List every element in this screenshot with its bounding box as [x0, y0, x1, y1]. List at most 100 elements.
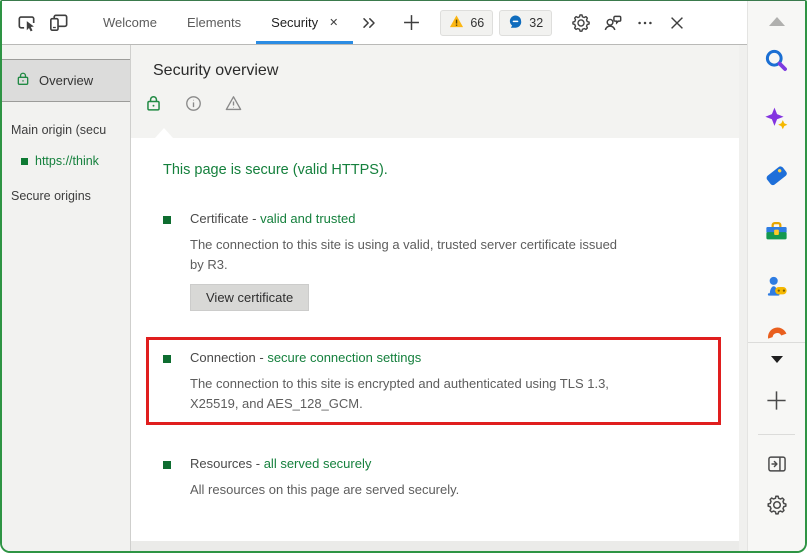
page-title: Security overview	[153, 62, 279, 79]
scroll-up-button[interactable]	[759, 3, 795, 39]
certificate-title: Certificate - valid and trusted	[190, 211, 617, 226]
triangle-down-icon	[770, 355, 783, 363]
certificate-prefix: Certificate -	[190, 211, 261, 226]
gear-icon	[570, 12, 592, 34]
toolbox-icon	[763, 218, 790, 250]
feedback-button[interactable]	[597, 1, 629, 44]
panel-header: Security overview	[131, 45, 739, 138]
resources-prefix: Resources -	[190, 456, 264, 471]
tab-security[interactable]: Security ✕	[256, 1, 354, 44]
origin-link[interactable]: https://think	[21, 154, 130, 168]
tab-elements[interactable]: Elements	[172, 1, 256, 44]
resources-title: Resources - all served securely	[190, 456, 459, 471]
message-bubble-icon	[508, 14, 523, 32]
certificate-link[interactable]: valid and trusted	[260, 211, 355, 226]
secure-summary: This page is secure (valid HTTPS).	[163, 162, 388, 178]
sidebar-item-overview[interactable]: Overview	[2, 59, 130, 102]
messages-count: 32	[529, 15, 544, 30]
secure-bullet-icon	[163, 216, 171, 224]
tab-elements-label: Elements	[186, 15, 242, 30]
certificate-desc-line2: by R3.	[190, 257, 228, 272]
resources-description: All resources on this page are served se…	[190, 480, 459, 500]
secure-bullet-icon	[163, 355, 171, 363]
devtools-toolbar: Welcome Elements Security ✕ 66 32	[2, 1, 747, 45]
secure-lock-icon[interactable]	[143, 93, 163, 113]
sidebar-divider	[758, 434, 795, 435]
secure-bullet-icon	[21, 157, 28, 165]
panel-bottom-strip	[131, 541, 739, 551]
device-emulation-button[interactable]	[42, 1, 74, 44]
plus-icon	[765, 389, 788, 417]
inspect-icon	[15, 11, 38, 34]
panel-body: This page is secure (valid HTTPS). Certi…	[131, 138, 739, 541]
connection-title: Connection - secure connection settings	[190, 350, 609, 365]
close-tab-icon[interactable]: ✕	[329, 16, 338, 29]
devtools-area: Welcome Elements Security ✕ 66 32 Overvi…	[2, 1, 747, 551]
open-in-sidebar-button[interactable]	[759, 448, 795, 484]
search-icon	[763, 47, 790, 79]
devtools-settings-button[interactable]	[565, 1, 597, 44]
ellipsis-icon	[635, 13, 655, 33]
devtools-work-area: Overview Main origin (secu https://think…	[2, 45, 747, 551]
overview-label: Overview	[39, 73, 94, 88]
sidebar-item-copilot[interactable]	[759, 103, 795, 139]
customize-sidebar-button[interactable]	[759, 385, 795, 421]
close-icon	[667, 13, 687, 33]
gear-icon	[765, 493, 789, 522]
sidebar-item-games[interactable]	[759, 271, 795, 307]
certificate-section: Certificate - valid and trusted The conn…	[163, 211, 719, 311]
sidebar-item-shopping[interactable]	[759, 160, 795, 196]
tab-welcome[interactable]: Welcome	[88, 1, 172, 44]
enter-sidebar-icon	[766, 453, 788, 480]
connection-link[interactable]: secure connection settings	[267, 350, 421, 365]
chevron-double-right-icon	[359, 13, 379, 33]
devtools-window: Welcome Elements Security ✕ 66 32 Overvi…	[0, 0, 807, 553]
connection-description: The connection to this site is encrypted…	[190, 374, 609, 414]
more-tabs-button[interactable]	[353, 1, 385, 44]
issues-badge[interactable]: 66	[440, 9, 494, 36]
new-tab-button[interactable]	[395, 1, 427, 44]
issues-count: 66	[470, 15, 485, 30]
sidebar-item-tools[interactable]	[759, 216, 795, 252]
origin-link-label: https://think	[35, 154, 99, 168]
close-devtools-button[interactable]	[661, 1, 693, 44]
triangle-up-icon	[768, 16, 785, 26]
price-tag-icon	[763, 162, 790, 194]
plus-icon	[401, 12, 422, 33]
sparkle-icon	[763, 105, 790, 137]
certificate-description: The connection to this site is using a v…	[190, 235, 617, 275]
more-options-button[interactable]	[629, 1, 661, 44]
sidebar-settings-button[interactable]	[759, 489, 795, 525]
panel-view-icons	[131, 80, 739, 113]
secure-origins-label: Secure origins	[11, 189, 91, 203]
warning-icon[interactable]	[223, 93, 243, 113]
collapse-sidebar-items-button[interactable]	[759, 341, 795, 377]
tab-welcome-label: Welcome	[103, 15, 157, 30]
console-messages-badge[interactable]: 32	[499, 9, 553, 36]
certificate-desc-line1: The connection to this site is using a v…	[190, 237, 618, 252]
security-main-panel: Security overview This page is secure (v…	[131, 45, 747, 551]
warning-triangle-icon	[449, 14, 464, 32]
connection-prefix: Connection -	[190, 350, 268, 365]
feedback-icon	[602, 12, 624, 34]
connection-desc-line2: X25519, and AES_128_GCM.	[190, 396, 363, 411]
security-sidebar: Overview Main origin (secu https://think…	[2, 45, 131, 551]
resources-section: Resources - all served securely All reso…	[163, 456, 719, 500]
connection-section: Connection - secure connection settings …	[146, 337, 721, 425]
main-origin-label: Main origin (secu	[11, 123, 107, 137]
view-certificate-button[interactable]: View certificate	[190, 284, 310, 311]
device-emulation-icon	[47, 11, 70, 34]
inspect-element-button[interactable]	[10, 1, 42, 44]
resources-desc-line1: All resources on this page are served se…	[190, 482, 460, 497]
games-icon	[763, 273, 790, 305]
edge-sidebar	[747, 1, 805, 551]
lock-icon	[15, 71, 31, 90]
sidebar-item-search[interactable]	[759, 45, 795, 81]
tab-security-label: Security	[271, 15, 319, 30]
info-icon[interactable]	[183, 93, 203, 113]
resources-link[interactable]: all served securely	[264, 456, 372, 471]
secure-bullet-icon	[163, 461, 171, 469]
callout-pointer	[155, 128, 173, 138]
connection-desc-line1: The connection to this site is encrypted…	[190, 376, 609, 391]
devtools-tabs: Welcome Elements Security ✕	[88, 1, 354, 44]
